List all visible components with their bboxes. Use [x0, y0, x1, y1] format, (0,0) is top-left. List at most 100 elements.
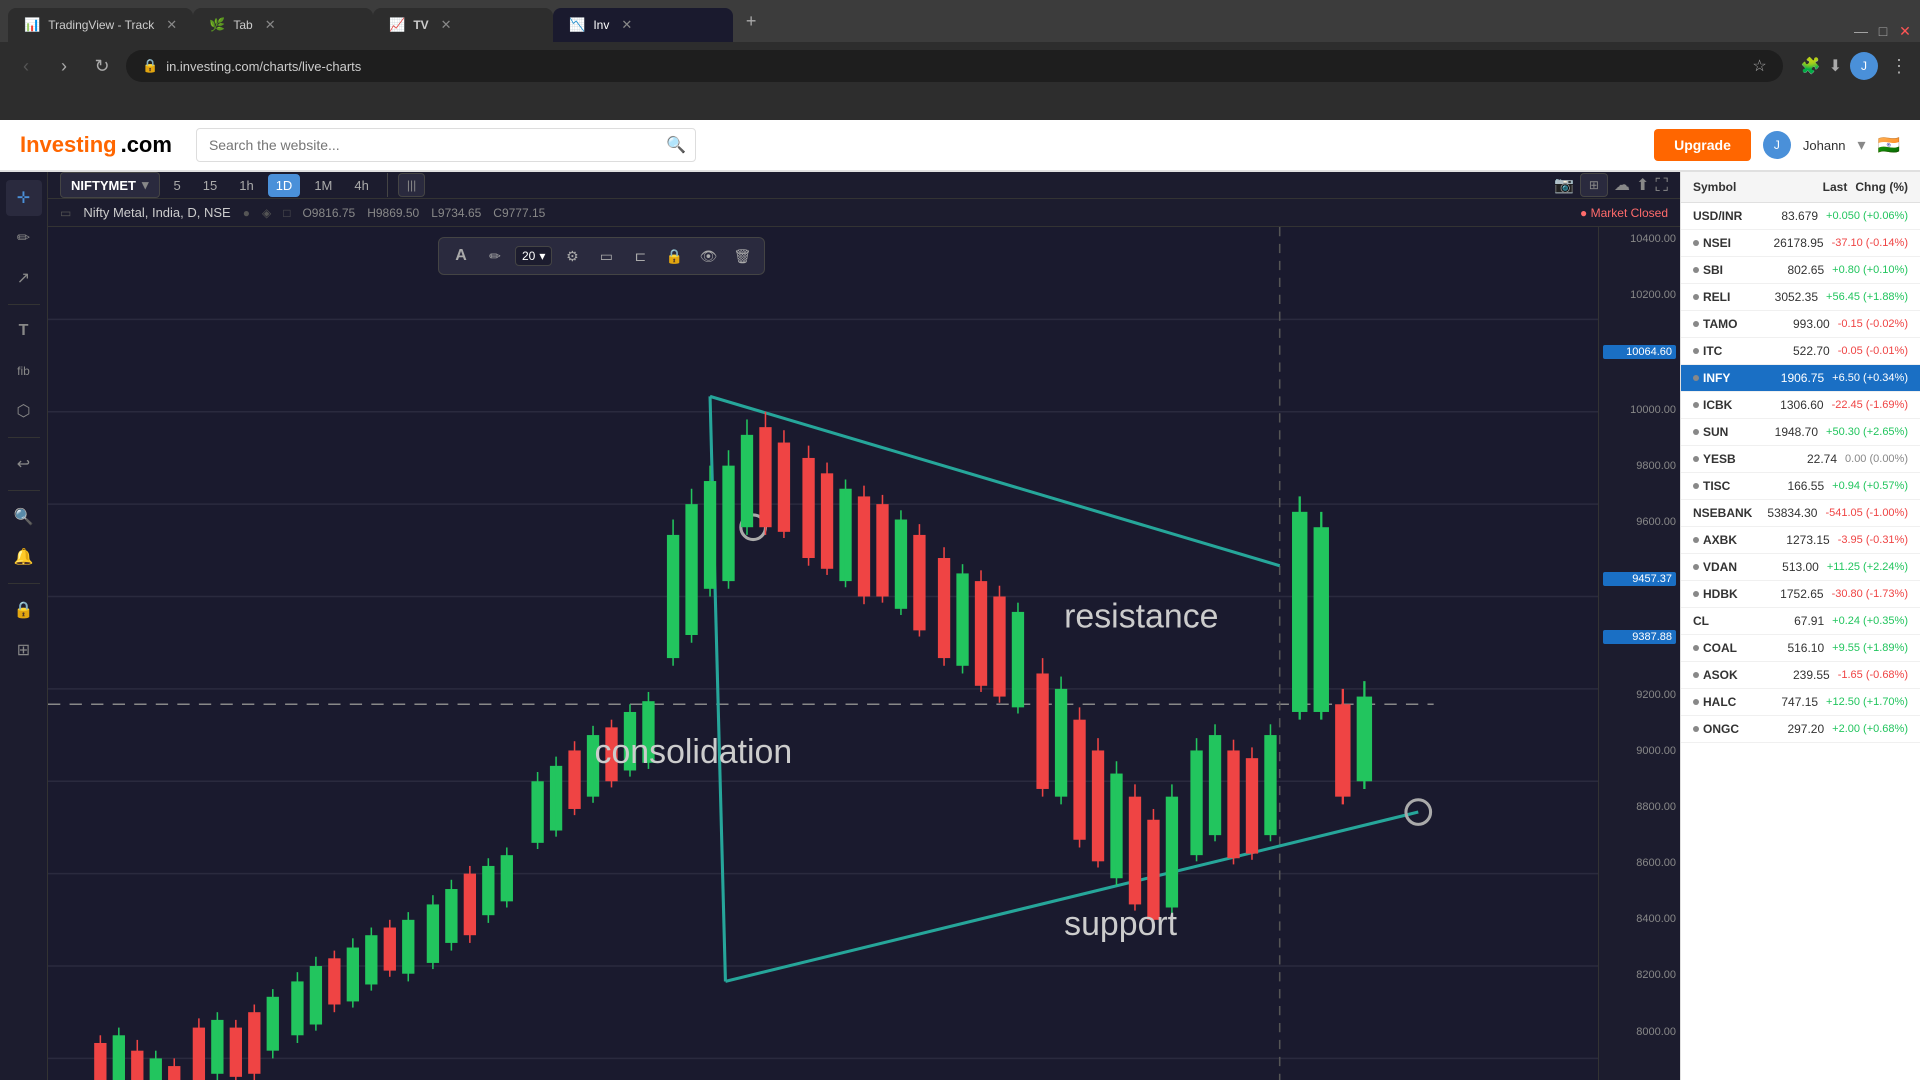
- watchlist-item[interactable]: USD/INR83.679+0.050 (+0.06%): [1681, 203, 1920, 230]
- browser-tab-2[interactable]: 🌿 Tab ✕: [193, 8, 373, 42]
- search-tool[interactable]: 🔍: [6, 499, 42, 535]
- browser-tab-3[interactable]: 📈 TV ✕: [373, 8, 553, 42]
- crosshair-tool[interactable]: ✛: [6, 180, 42, 216]
- draw-settings-btn[interactable]: ⚙: [558, 242, 586, 270]
- watchlist-item[interactable]: YESB22.740.00 (0.00%): [1681, 446, 1920, 473]
- pattern-tool[interactable]: ⬡: [6, 393, 42, 429]
- watchlist-item[interactable]: HDBK1752.65-30.80 (-1.73%): [1681, 581, 1920, 608]
- chart-close: C9777.15: [493, 206, 545, 220]
- chart-area[interactable]: A ✏ 20 ▾ ⚙ ▭ ⊏ 🔒 👁 🗑: [48, 227, 1680, 1080]
- browser-tab-active[interactable]: 📉 Inv ✕: [553, 8, 733, 42]
- timeframe-5[interactable]: 5: [166, 174, 189, 197]
- watchlist-item[interactable]: AXBK1273.15-3.95 (-0.31%): [1681, 527, 1920, 554]
- download-icon[interactable]: ⬇: [1829, 56, 1842, 76]
- layout-selector[interactable]: ⊞: [1580, 173, 1608, 197]
- watchlist-item[interactable]: ASOK239.55-1.65 (-0.68%): [1681, 662, 1920, 689]
- user-icon[interactable]: J: [1763, 131, 1791, 159]
- stock-dot: [1693, 375, 1699, 381]
- timeframe-1h[interactable]: 1h: [231, 174, 261, 197]
- watchlist-scroll[interactable]: USD/INR83.679+0.050 (+0.06%)NSEI26178.95…: [1681, 203, 1920, 1080]
- lock-tool[interactable]: 🔒: [6, 592, 42, 628]
- undo-tool[interactable]: ↩: [6, 446, 42, 482]
- user-dropdown-icon[interactable]: ▾: [1858, 135, 1866, 155]
- fibonacci-tool[interactable]: fib: [6, 353, 42, 389]
- candlestick-chart[interactable]: resistance support consolidation 2024-04…: [48, 227, 1680, 1080]
- drawing-toolbar: A ✏ 20 ▾ ⚙ ▭ ⊏ 🔒 👁 🗑: [438, 237, 765, 275]
- tab-close-active[interactable]: ✕: [621, 17, 632, 33]
- search-icon[interactable]: 🔍: [666, 135, 686, 155]
- watchlist-item[interactable]: SBI802.65+0.80 (+0.10%): [1681, 257, 1920, 284]
- stock-change: +56.45 (+1.88%): [1826, 291, 1908, 303]
- stock-change: +0.94 (+0.57%): [1832, 480, 1908, 492]
- minimize-button[interactable]: —: [1854, 24, 1868, 38]
- alert-tool[interactable]: 🔔: [6, 539, 42, 575]
- price-9457: 9457.37: [1603, 572, 1676, 586]
- timeframe-4h[interactable]: 4h: [346, 174, 376, 197]
- watchlist-item[interactable]: CL67.91+0.24 (+0.35%): [1681, 608, 1920, 635]
- stock-change: +11.25 (+2.24%): [1827, 561, 1908, 573]
- extensions-icon[interactable]: 🧩: [1801, 56, 1821, 76]
- watchlist-item[interactable]: VDAN513.00+11.25 (+2.24%): [1681, 554, 1920, 581]
- draw-trash-btn[interactable]: 🗑: [728, 242, 756, 270]
- refresh-button[interactable]: ↻: [88, 56, 116, 77]
- arrow-tool[interactable]: ↗: [6, 260, 42, 296]
- fullscreen-icon[interactable]: ⛶: [1655, 175, 1668, 196]
- draw-pen-btn[interactable]: ✏: [481, 242, 509, 270]
- timeframe-15[interactable]: 15: [195, 174, 225, 197]
- price-8600: 8600.00: [1603, 857, 1676, 869]
- stock-change: -37.10 (-0.14%): [1832, 237, 1908, 249]
- menu-icon[interactable]: ⋮: [1890, 56, 1908, 77]
- layers-tool[interactable]: ⊞: [6, 632, 42, 668]
- watchlist-item[interactable]: ICBK1306.60-22.45 (-1.69%): [1681, 392, 1920, 419]
- interval-selector[interactable]: |||: [398, 173, 425, 197]
- search-input[interactable]: [196, 128, 696, 162]
- watchlist-item[interactable]: TISC166.55+0.94 (+0.57%): [1681, 473, 1920, 500]
- draw-rect-btn[interactable]: ▭: [592, 242, 620, 270]
- tab-label-active: Inv: [593, 18, 609, 32]
- pen-tool[interactable]: ✏: [6, 220, 42, 256]
- stock-price: 516.10: [1787, 641, 1824, 655]
- watchlist-item[interactable]: SUN1948.70+50.30 (+2.65%): [1681, 419, 1920, 446]
- upload-icon[interactable]: ⬆: [1636, 175, 1649, 195]
- watchlist-item[interactable]: HALC747.15+12.50 (+1.70%): [1681, 689, 1920, 716]
- user-name[interactable]: Johann: [1803, 138, 1846, 153]
- stock-change: -30.80 (-1.73%): [1832, 588, 1908, 600]
- tab-close-3[interactable]: ✕: [441, 17, 452, 33]
- watchlist-item[interactable]: TAMO993.00-0.15 (-0.02%): [1681, 311, 1920, 338]
- draw-size-selector[interactable]: 20 ▾: [515, 246, 552, 266]
- forward-button[interactable]: ›: [50, 56, 78, 77]
- user-avatar[interactable]: J: [1850, 52, 1878, 80]
- star-icon[interactable]: ☆: [1752, 56, 1766, 76]
- close-button[interactable]: ✕: [1898, 24, 1912, 38]
- draw-text-btn[interactable]: A: [447, 242, 475, 270]
- stock-dot: [1693, 267, 1699, 273]
- tab-close-2[interactable]: ✕: [265, 17, 276, 33]
- stock-name: SUN: [1693, 425, 1767, 439]
- watchlist-item[interactable]: NSEBANK53834.30-541.05 (-1.00%): [1681, 500, 1920, 527]
- upgrade-button[interactable]: Upgrade: [1654, 129, 1751, 161]
- text-tool[interactable]: T: [6, 313, 42, 349]
- stock-price: 747.15: [1781, 695, 1818, 709]
- timeframe-1d[interactable]: 1D: [268, 174, 301, 197]
- new-tab-button[interactable]: +: [737, 7, 765, 35]
- address-bar[interactable]: 🔒 in.investing.com/charts/live-charts ☆: [126, 50, 1783, 82]
- stock-dot: [1693, 645, 1699, 651]
- draw-line-btn[interactable]: ⊏: [626, 242, 654, 270]
- draw-eye-btn[interactable]: 👁: [694, 242, 722, 270]
- draw-lock-btn[interactable]: 🔒: [660, 242, 688, 270]
- back-button[interactable]: ‹: [12, 56, 40, 77]
- watchlist-item[interactable]: NSEI26178.95-37.10 (-0.14%): [1681, 230, 1920, 257]
- watchlist-item[interactable]: ONGC297.20+2.00 (+0.68%): [1681, 716, 1920, 743]
- browser-tab-1[interactable]: 📊 TradingView - Track ✕: [8, 8, 193, 42]
- stock-dot: [1693, 564, 1699, 570]
- tab-close-1[interactable]: ✕: [166, 17, 177, 33]
- watchlist-item[interactable]: ITC522.70-0.05 (-0.01%): [1681, 338, 1920, 365]
- camera-icon[interactable]: 📷: [1554, 175, 1574, 195]
- symbol-selector[interactable]: NIFTYMET ▾: [60, 172, 160, 198]
- cloud-icon[interactable]: ☁: [1614, 175, 1630, 195]
- watchlist-item[interactable]: RELI3052.35+56.45 (+1.88%): [1681, 284, 1920, 311]
- watchlist-item[interactable]: COAL516.10+9.55 (+1.89%): [1681, 635, 1920, 662]
- timeframe-1m[interactable]: 1M: [306, 174, 340, 197]
- maximize-button[interactable]: □: [1876, 24, 1890, 38]
- watchlist-item[interactable]: INFY1906.75+6.50 (+0.34%): [1681, 365, 1920, 392]
